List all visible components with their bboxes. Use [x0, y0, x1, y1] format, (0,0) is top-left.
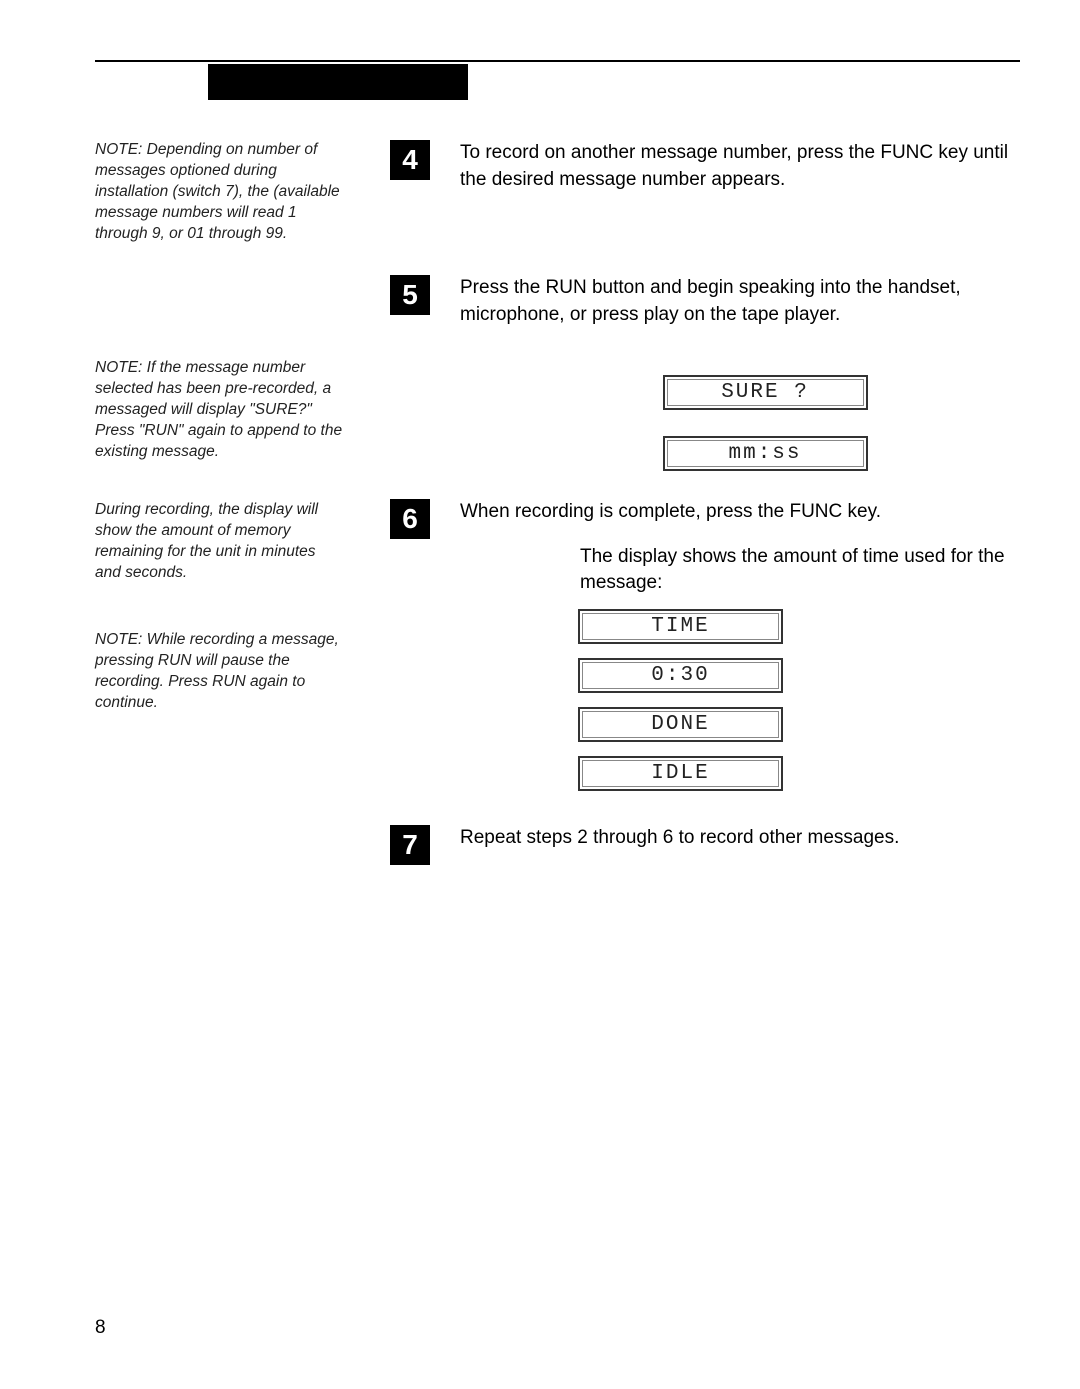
side-note-4: NOTE: While recording a message, pressin…: [95, 630, 345, 714]
step-number-4: 4: [390, 140, 430, 180]
step-4: 4 To record on another message number, p…: [390, 140, 1020, 225]
step-6-caption: The display shows the amount of time use…: [580, 544, 1020, 597]
lcd-time: TIME: [578, 609, 783, 644]
header-rule-thin: [95, 60, 1020, 62]
lcd-group-step6: TIME 0:30 DONE IDLE: [578, 609, 1020, 791]
page-number: 8: [95, 1317, 106, 1339]
side-note-1: NOTE: Depending on number of messages op…: [95, 140, 345, 245]
lcd-group-pre6: SURE ? mm:ss: [510, 375, 1020, 471]
step-7-text: Repeat steps 2 through 6 to record other…: [460, 825, 1020, 852]
step-7: 7 Repeat steps 2 through 6 to record oth…: [390, 825, 1020, 852]
lcd-mmss: mm:ss: [663, 436, 868, 471]
side-note-2: NOTE: If the message number selected has…: [95, 358, 345, 463]
step-4-text: To record on another message number, pre…: [460, 140, 1020, 193]
lcd-0-30: 0:30: [578, 658, 783, 693]
side-note-3: During recording, the display will show …: [95, 500, 345, 584]
step-number-5: 5: [390, 275, 430, 315]
step-6: 6 When recording is complete, press the …: [390, 499, 1020, 526]
step-number-7: 7: [390, 825, 430, 865]
step-5-text: Press the RUN button and begin speaking …: [460, 275, 1020, 328]
lcd-sure: SURE ?: [663, 375, 868, 410]
header-rule-thick: [208, 64, 468, 100]
lcd-idle: IDLE: [578, 756, 783, 791]
step-5: 5 Press the RUN button and begin speakin…: [390, 275, 1020, 345]
step-6-text: When recording is complete, press the FU…: [460, 499, 1020, 526]
lcd-done: DONE: [578, 707, 783, 742]
step-number-6: 6: [390, 499, 430, 539]
